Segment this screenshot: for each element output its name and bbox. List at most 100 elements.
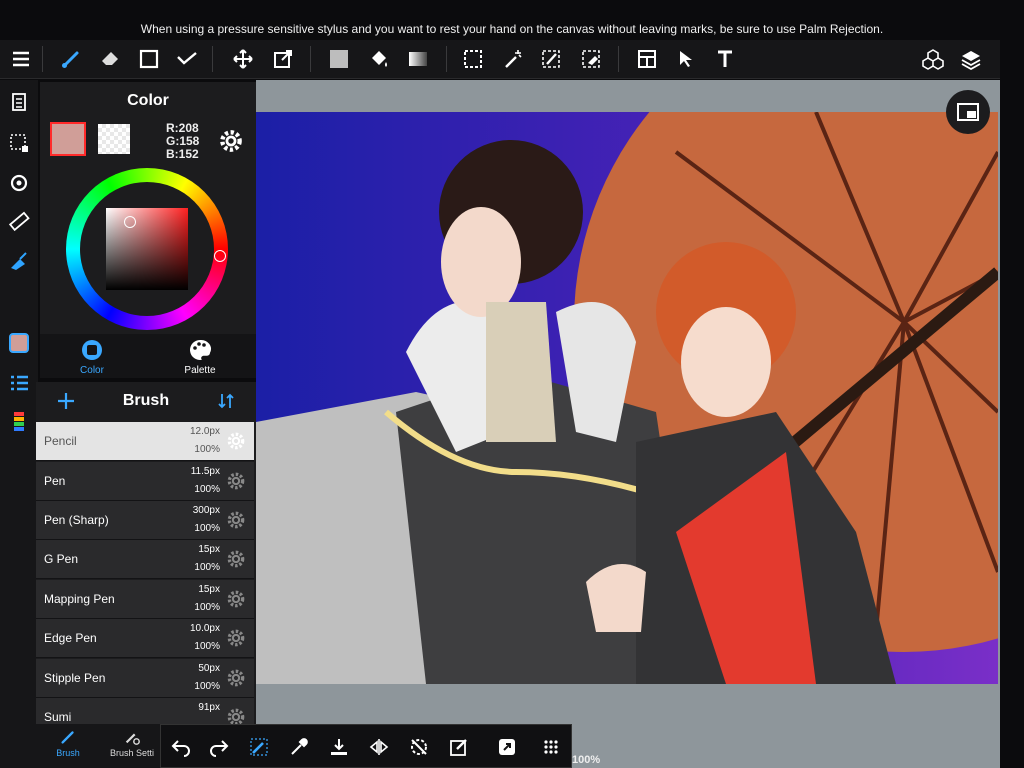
eraser-tool-icon[interactable] <box>96 44 126 74</box>
brush-size: 300px <box>192 505 220 516</box>
brush-item-pen-sharp[interactable]: Pen (Sharp) 300px 100% <box>36 501 254 540</box>
palette-icon <box>190 339 211 360</box>
share-icon[interactable] <box>493 733 521 761</box>
brush-size: 91px <box>198 702 220 713</box>
tab-brush-settings[interactable]: Brush Setti <box>102 728 162 758</box>
text-icon[interactable] <box>710 44 740 74</box>
rotate-reset-icon[interactable] <box>405 733 433 761</box>
brush-settings-gear-icon[interactable] <box>226 471 246 491</box>
layers-icon[interactable] <box>956 44 986 74</box>
tab-palette[interactable]: Palette <box>165 338 235 376</box>
toolbar-divider <box>446 46 447 72</box>
brush-name: Pencil <box>44 434 77 448</box>
brush-opacity: 100% <box>194 602 220 613</box>
rectangle-tool-icon[interactable] <box>134 44 164 74</box>
brush-settings-gear-icon[interactable] <box>226 431 246 451</box>
brush-opacity: 100% <box>194 444 220 455</box>
document-icon[interactable] <box>4 88 34 118</box>
toolbar-divider <box>212 46 213 72</box>
brush-list-icon[interactable] <box>4 368 34 398</box>
sort-brushes-icon[interactable] <box>216 391 236 411</box>
selection-layer-icon[interactable] <box>4 128 34 158</box>
hue-picker-cursor[interactable] <box>214 250 226 262</box>
background-color-swatch[interactable] <box>98 124 130 154</box>
brush-name: Pen (Sharp) <box>44 513 109 527</box>
bucket-icon[interactable] <box>364 44 394 74</box>
brush-tool-icon[interactable] <box>56 44 86 74</box>
toolbar-divider <box>310 46 311 72</box>
color-picker-cursor[interactable] <box>124 216 136 228</box>
more-grid-icon[interactable] <box>537 733 565 761</box>
select-pen-icon[interactable] <box>536 44 566 74</box>
saturation-value-square[interactable] <box>106 208 188 290</box>
brush-tab-icon <box>61 731 74 744</box>
view-toggle-button[interactable] <box>946 90 990 134</box>
color-panel-title: Color <box>127 92 169 109</box>
brush-item-g-pen[interactable]: G Pen 15px 100% <box>36 540 254 579</box>
blue-value: B:152 <box>166 147 199 161</box>
bottom-panel-tabs: Brush Brush Setti <box>36 724 160 768</box>
palette-strip-icon[interactable] <box>4 406 34 436</box>
brush-settings-gear-icon[interactable] <box>226 628 246 648</box>
brush-settings-gear-icon[interactable] <box>226 549 246 569</box>
brush-opacity: 100% <box>194 681 220 692</box>
move-icon[interactable] <box>228 44 258 74</box>
brush-item-pencil[interactable]: Pencil 12.0px 100% <box>36 422 254 461</box>
top-toolbar <box>0 40 1000 79</box>
brush-settings-gear-icon[interactable] <box>226 510 246 530</box>
bottom-toolbar <box>160 724 572 768</box>
left-rail <box>0 80 38 768</box>
pointer-icon[interactable] <box>672 44 702 74</box>
gradient-icon[interactable] <box>403 44 433 74</box>
import-icon[interactable] <box>325 733 353 761</box>
undo-icon[interactable] <box>167 733 195 761</box>
brush-item-edge-pen[interactable]: Edge Pen 10.0px 100% <box>36 619 254 658</box>
brush-item-pen[interactable]: Pen 11.5px 100% <box>36 462 254 501</box>
transform-icon[interactable] <box>268 44 298 74</box>
brush-opacity: 100% <box>194 523 220 534</box>
layout-icon[interactable] <box>632 44 662 74</box>
brush-settings-gear-icon[interactable] <box>226 707 246 725</box>
brush-settings-gear-icon[interactable] <box>226 668 246 688</box>
selection-icon[interactable] <box>458 44 488 74</box>
brush-opacity: 100% <box>194 641 220 652</box>
select-eraser-icon[interactable] <box>576 44 606 74</box>
menu-icon[interactable] <box>6 44 36 74</box>
tab-brush-label: Brush <box>56 748 80 758</box>
flip-horizontal-icon[interactable] <box>365 733 393 761</box>
ruler-icon[interactable] <box>4 206 34 236</box>
artwork-canvas[interactable] <box>256 112 998 684</box>
color-tab-icon <box>82 340 102 360</box>
foreground-color-swatch[interactable] <box>50 122 86 156</box>
brush-item-mapping-pen[interactable]: Mapping Pen 15px 100% <box>36 580 254 619</box>
brush-name: G Pen <box>44 552 79 566</box>
tab-color-label: Color <box>80 365 104 376</box>
rotate-icon[interactable] <box>4 168 34 198</box>
tab-palette-label: Palette <box>184 365 216 376</box>
color-fill-icon[interactable] <box>4 246 34 276</box>
brush-settings-gear-icon[interactable] <box>226 589 246 609</box>
zoom-level: 100% <box>572 754 601 766</box>
color-settings-gear-icon[interactable] <box>218 128 244 154</box>
eyedropper-icon[interactable] <box>285 733 313 761</box>
brush-item-stipple-pen[interactable]: Stipple Pen 50px 100% <box>36 659 254 698</box>
redo-icon[interactable] <box>205 733 233 761</box>
brush-item-sumi[interactable]: Sumi 91px <box>36 698 254 725</box>
tab-color[interactable]: Color <box>57 338 127 376</box>
brush-name: Mapping Pen <box>44 592 115 606</box>
artwork-illustration <box>256 112 998 684</box>
3d-material-icon[interactable] <box>918 44 948 74</box>
brush-panel-header: Brush <box>36 382 256 420</box>
brush-panel: Brush Pencil 12.0px 100% Pen 11.5px 100%… <box>36 382 256 725</box>
select-check-icon[interactable] <box>172 44 202 74</box>
fill-color-icon[interactable] <box>324 44 354 74</box>
tab-brush[interactable]: Brush <box>38 728 98 758</box>
magic-wand-icon[interactable] <box>498 44 528 74</box>
color-swatch-icon[interactable] <box>4 328 34 358</box>
brush-size: 50px <box>198 663 220 674</box>
color-panel: Color R:208 G:158 B:152 Color Palette <box>40 82 256 378</box>
brush-pressure-icon[interactable] <box>245 733 273 761</box>
edit-snap-icon[interactable] <box>445 733 473 761</box>
window-icon <box>957 103 979 121</box>
brush-name: Sumi <box>44 710 72 724</box>
